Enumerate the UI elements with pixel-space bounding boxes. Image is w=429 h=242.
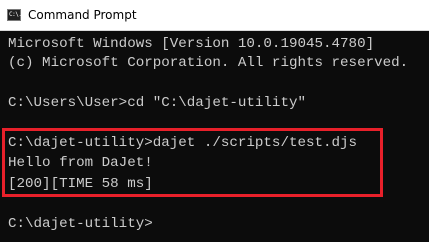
highlight-annotation-box — [2, 128, 383, 197]
cmd-icon-glyph: C:\. — [9, 11, 22, 18]
console-prompt-line[interactable]: C:\dajet-utility> — [8, 214, 153, 234]
window-title: Command Prompt — [28, 8, 137, 22]
console-line: Microsoft Windows [Version 10.0.19045.47… — [8, 36, 375, 52]
console-output[interactable]: Microsoft Windows [Version 10.0.19045.47… — [0, 31, 429, 242]
cmd-icon: C:\. — [7, 9, 22, 21]
console-line: C:\Users\User>cd "C:\dajet-utility" — [8, 95, 306, 111]
console-line: (c) Microsoft Corporation. All rights re… — [8, 55, 409, 71]
title-bar[interactable]: C:\. Command Prompt — [0, 0, 429, 31]
command-prompt-window[interactable]: C:\. Command Prompt Microsoft Windows [V… — [0, 0, 429, 242]
